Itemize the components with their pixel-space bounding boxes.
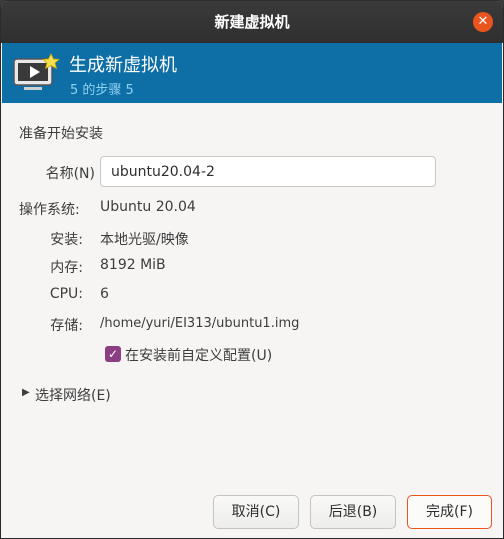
os-label: 操作系统: [19, 202, 80, 218]
customize-checkbox-label[interactable]: 在安装前自定义配置(U) [125, 345, 272, 365]
os-value: Ubuntu 20.04 [100, 199, 196, 215]
title-bar[interactable]: 新建虚拟机 ✕ [1, 1, 503, 43]
close-button[interactable]: ✕ [473, 12, 493, 32]
virtual-machine-icon [13, 53, 60, 90]
finish-button[interactable]: 完成(F) [407, 495, 492, 529]
cancel-button[interactable]: 取消(C) [213, 495, 299, 529]
cpu-label: CPU: [49, 286, 83, 302]
name-label: 名称(N) [45, 166, 95, 182]
new-vm-dialog: 新建虚拟机 ✕ 生成新虚拟机 5 的步骤 5 准备开始安装 名称(N) 操作系统… [0, 0, 504, 539]
step-indicator: 5 的步骤 5 [70, 83, 134, 98]
install-label: 安装: [50, 232, 83, 248]
name-input[interactable] [100, 156, 436, 187]
expander-arrow-icon[interactable]: ▶ [22, 387, 30, 398]
memory-value: 8192 MiB [100, 257, 166, 273]
section-heading: 准备开始安装 [19, 126, 103, 142]
close-icon: ✕ [477, 14, 489, 29]
window-title: 新建虚拟机 [214, 13, 290, 31]
wizard-banner: 生成新虚拟机 5 的步骤 5 [2, 43, 502, 103]
cpu-value: 6 [100, 286, 109, 302]
customize-checkbox[interactable]: ✓ [105, 346, 121, 362]
storage-label: 存储: [50, 318, 83, 334]
memory-label: 内存: [50, 260, 83, 276]
back-button[interactable]: 后退(B) [310, 495, 396, 529]
banner-title: 生成新虚拟机 [69, 55, 177, 76]
storage-value: /home/yuri/EI313/ubuntu1.img [100, 316, 300, 331]
checkmark-icon: ✓ [107, 347, 119, 361]
install-value: 本地光驱/映像 [100, 232, 189, 248]
network-expander[interactable]: 选择网络(E) [35, 385, 111, 405]
